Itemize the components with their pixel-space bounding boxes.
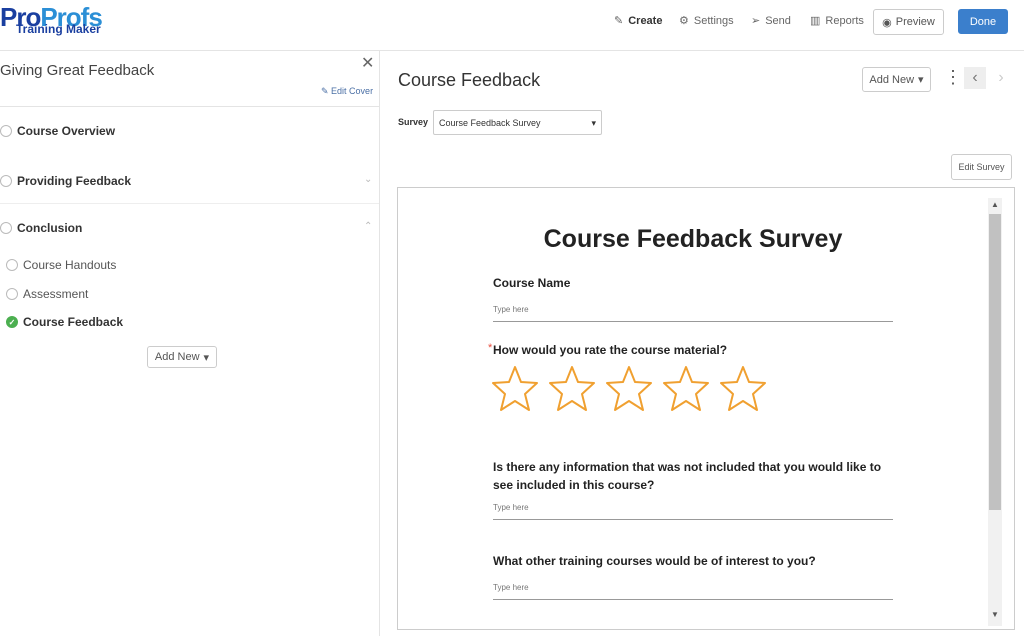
section-course-overview[interactable]: Course Overview <box>0 124 115 138</box>
page-title: Course Feedback <box>398 70 541 90</box>
caret-down-icon: ▾ <box>591 118 596 128</box>
other-courses-input[interactable]: Type here <box>493 583 893 600</box>
course-title: Giving Great Feedback <box>0 62 155 79</box>
caret-down-icon: ▾ <box>918 74 924 86</box>
item-course-feedback[interactable]: ✓ Course Feedback <box>6 315 123 329</box>
star-icon[interactable] <box>604 364 654 414</box>
star-rating[interactable] <box>490 364 768 414</box>
eye-icon: ◉ <box>882 16 892 29</box>
status-circle-icon <box>6 288 18 300</box>
star-icon[interactable] <box>661 364 711 414</box>
status-circle-icon <box>0 222 12 234</box>
chevron-down-icon[interactable]: ⌄ <box>364 174 372 185</box>
check-circle-icon: ✓ <box>6 316 18 328</box>
survey-label: Survey <box>398 117 429 127</box>
logo-subtitle: Training Maker <box>16 22 101 36</box>
bar-chart-icon: ▥ <box>810 15 821 27</box>
survey-title: Course Feedback Survey <box>543 225 843 253</box>
edit-cover-link[interactable]: ✎ Edit Cover <box>321 86 373 97</box>
item-course-handouts[interactable]: Course Handouts <box>6 258 116 272</box>
question-course-name: Course Name <box>493 276 571 290</box>
scrollbar-thumb[interactable] <box>989 214 1001 510</box>
nav-settings[interactable]: ⚙ Settings <box>679 14 734 28</box>
close-icon[interactable]: ✕ <box>361 53 374 73</box>
nav-create[interactable]: ✎ Create <box>614 14 662 28</box>
status-circle-icon <box>0 125 12 137</box>
nav-reports[interactable]: ▥ Reports <box>810 14 864 28</box>
divider <box>0 106 379 107</box>
add-new-button[interactable]: Add New ▾ <box>862 67 931 92</box>
status-circle-icon <box>6 259 18 271</box>
caret-down-icon: ▾ <box>203 351 210 364</box>
scroll-up-icon[interactable]: ▲ <box>991 200 999 209</box>
course-name-input[interactable]: Type here <box>493 305 893 322</box>
required-marker: * <box>488 342 493 354</box>
star-icon[interactable] <box>547 364 597 414</box>
next-arrow-icon[interactable]: › <box>990 67 1012 89</box>
question-other-courses: What other training courses would be of … <box>493 554 816 568</box>
section-conclusion[interactable]: Conclusion <box>0 221 82 235</box>
star-icon[interactable] <box>490 364 540 414</box>
divider <box>0 203 379 204</box>
nav-send[interactable]: ➢ Send <box>751 14 791 28</box>
divider <box>0 50 1024 51</box>
status-circle-icon <box>0 175 12 187</box>
sidebar-add-new-button[interactable]: Add New ▾ <box>147 346 217 368</box>
survey-select[interactable]: Course Feedback Survey ▾ <box>433 110 602 135</box>
preview-button[interactable]: ◉ Preview <box>873 9 944 35</box>
edit-survey-button[interactable]: Edit Survey <box>951 154 1012 180</box>
missing-info-input[interactable]: Type here <box>493 503 893 520</box>
gear-icon: ⚙ <box>679 15 689 27</box>
item-assessment[interactable]: Assessment <box>6 287 88 301</box>
pencil-icon: ✎ <box>614 15 624 27</box>
prev-arrow-icon[interactable]: ‹ <box>964 67 986 89</box>
pencil-icon: ✎ <box>321 86 332 96</box>
section-providing-feedback[interactable]: Providing Feedback <box>0 174 131 188</box>
done-button[interactable]: Done <box>958 9 1008 34</box>
chevron-up-icon[interactable]: ⌃ <box>364 221 372 232</box>
question-rating: How would you rate the course material? <box>493 343 728 357</box>
more-options-icon[interactable]: ⋮ <box>944 67 962 88</box>
star-icon[interactable] <box>718 364 768 414</box>
divider <box>379 50 380 636</box>
send-icon: ➢ <box>751 15 761 27</box>
scroll-down-icon[interactable]: ▼ <box>991 610 999 619</box>
question-missing-info: Is there any information that was not in… <box>493 460 882 492</box>
